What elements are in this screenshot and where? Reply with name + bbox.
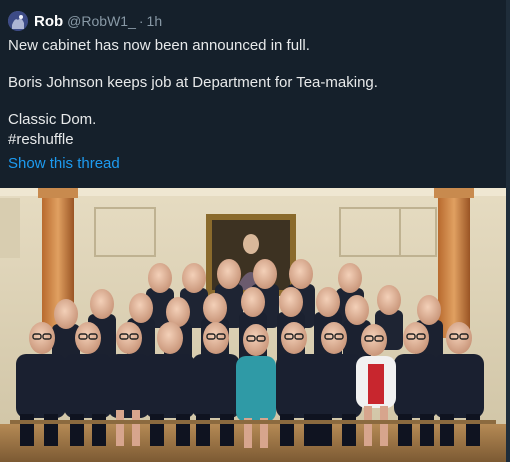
- cabinet-group-photo: [0, 188, 506, 462]
- hashtag-link[interactable]: #reshuffle: [8, 130, 498, 150]
- show-thread-link[interactable]: Show this thread: [8, 155, 120, 172]
- tweet-text-line: Boris Johnson keeps job at Department fo…: [8, 74, 378, 91]
- scrollbar-track[interactable]: [506, 0, 510, 462]
- tweet-photo[interactable]: [0, 188, 506, 462]
- meta-separator: ·: [138, 13, 144, 29]
- tweet-card[interactable]: Rob @RobW1_ · 1h New cabinet has now bee…: [0, 0, 510, 462]
- avatar-image-icon: [8, 11, 28, 31]
- tweet-text-line: New cabinet has now been announced in fu…: [8, 37, 310, 54]
- author-handle[interactable]: @RobW1_: [67, 13, 136, 29]
- tweet-text: New cabinet has now been announced in fu…: [8, 36, 498, 150]
- tweet-header: Rob @RobW1_ · 1h: [8, 10, 162, 32]
- tweet-timestamp[interactable]: 1h: [147, 13, 163, 29]
- author-avatar[interactable]: [8, 11, 28, 31]
- author-display-name[interactable]: Rob: [34, 13, 63, 30]
- tweet-text-line: Classic Dom.: [8, 111, 97, 128]
